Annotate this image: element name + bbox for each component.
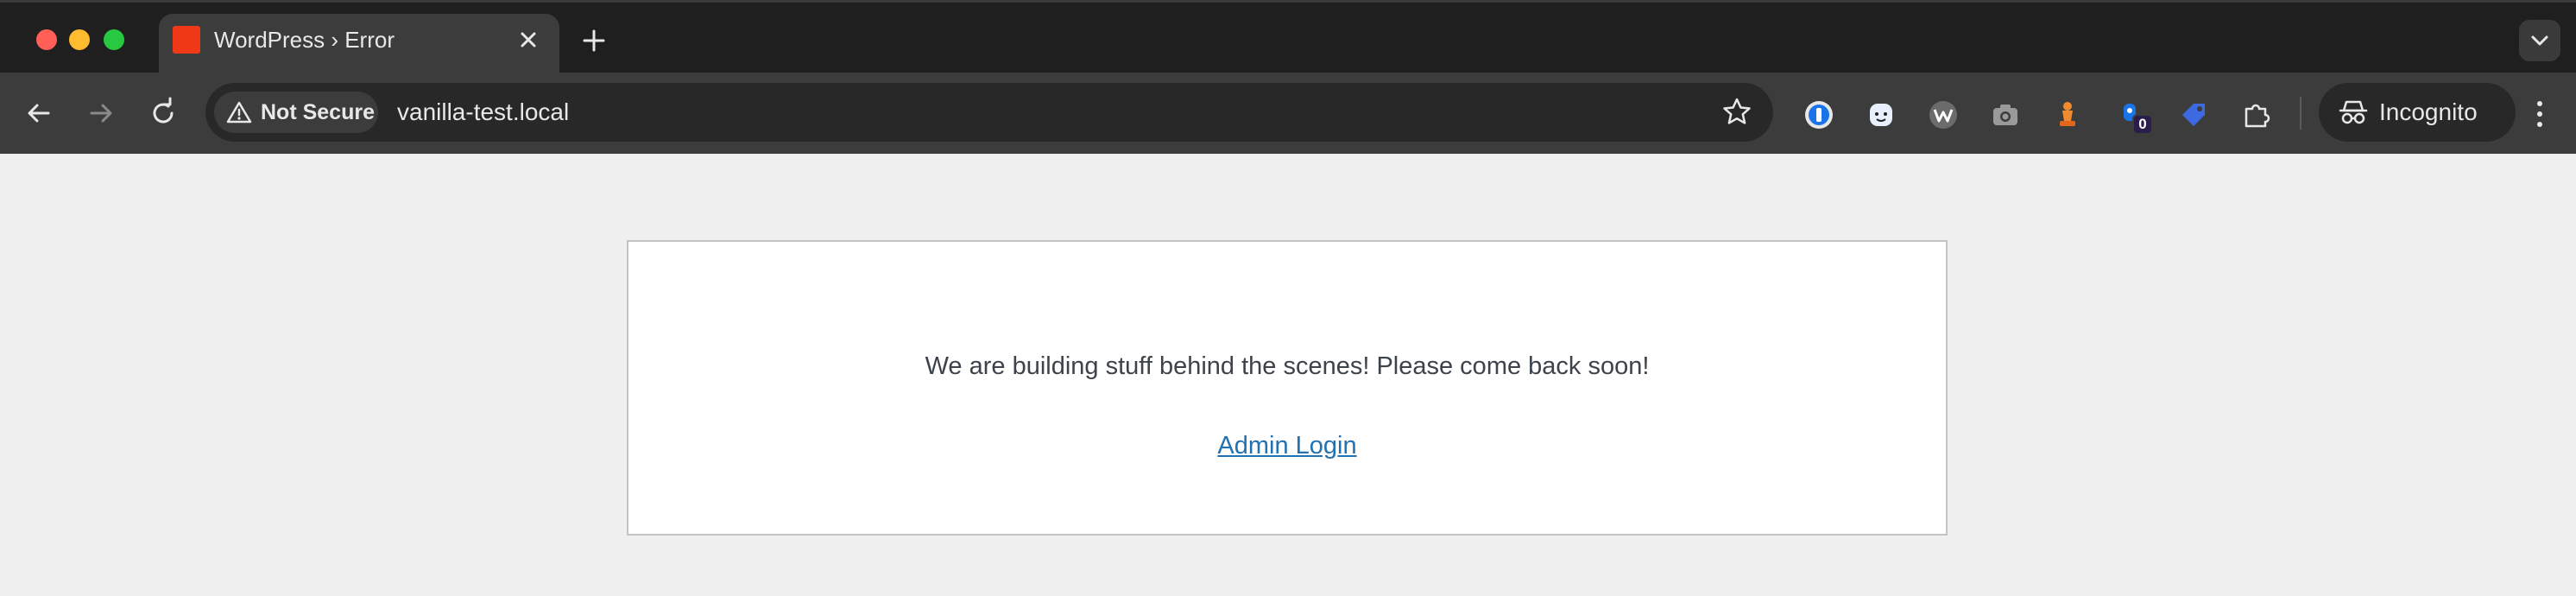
maintenance-message: We are building stuff behind the scenes!… (925, 352, 1650, 380)
1password-icon[interactable] (1803, 98, 1835, 131)
back-arrow-icon[interactable] (21, 95, 57, 131)
security-chip[interactable]: Not Secure (214, 92, 378, 133)
incognito-label: Incognito (2379, 98, 2478, 125)
extension-badge-count: 0 (2132, 114, 2153, 135)
window-close-button[interactable] (36, 29, 57, 50)
kebab-menu-icon[interactable] (2522, 95, 2557, 133)
new-tab-plus-icon[interactable] (577, 23, 611, 58)
tab-close-icon[interactable] (513, 24, 544, 55)
active-tab[interactable]: WordPress › Error (159, 14, 559, 75)
admin-login-link[interactable]: Admin Login (1217, 432, 1356, 460)
incognito-profile-button[interactable]: Incognito (2319, 83, 2516, 142)
reload-icon[interactable] (145, 95, 181, 131)
tag-icon[interactable] (2177, 98, 2210, 131)
hand-badge-icon[interactable]: 0 (2115, 98, 2153, 135)
puzzle-icon[interactable] (2239, 98, 2272, 131)
toolbar-separator (2300, 97, 2301, 130)
chevron-down-icon (2531, 35, 2548, 46)
forward-arrow-icon[interactable] (83, 95, 119, 131)
tab-strip: WordPress › Error (0, 0, 2576, 75)
maintenance-message-box: We are building stuff behind the scenes!… (627, 240, 1948, 536)
w-logo-icon[interactable] (1927, 98, 1960, 131)
url-text[interactable]: vanilla-test.local (397, 98, 569, 126)
tab-title: WordPress › Error (214, 27, 395, 53)
wordpress-favicon-icon (173, 26, 200, 54)
chess-piece-icon[interactable] (2051, 98, 2084, 131)
camera-icon[interactable] (1989, 98, 2022, 131)
security-label: Not Secure (261, 100, 375, 124)
admin-login-paragraph: Admin Login (628, 430, 1946, 461)
tab-search-button[interactable] (2519, 20, 2560, 61)
browser-toolbar: Not Secure vanilla-test.local 0 Incognit… (0, 73, 2576, 154)
address-bar[interactable]: Not Secure vanilla-test.local (205, 83, 1773, 142)
window-minimize-button[interactable] (69, 29, 90, 50)
ghost-face-icon[interactable] (1865, 98, 1897, 131)
bookmark-star-icon[interactable] (1720, 95, 1754, 130)
window-maximize-button[interactable] (104, 29, 124, 50)
warning-triangle-icon (226, 101, 252, 124)
incognito-icon (2339, 100, 2368, 124)
